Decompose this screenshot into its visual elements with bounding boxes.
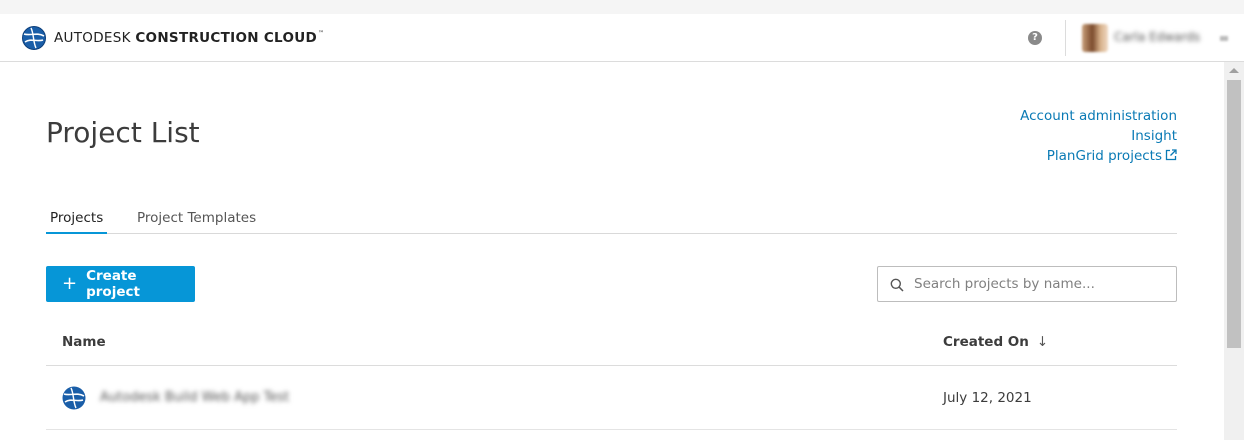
header-divider — [1065, 20, 1066, 56]
create-project-label: Create project — [86, 268, 140, 300]
projects-table: Name Created On ↓ Autodesk Build Web App … — [46, 322, 1177, 430]
admin-links: Account administration Insight PlanGrid … — [1020, 106, 1177, 166]
user-menu-caret-icon[interactable] — [1220, 36, 1228, 41]
scrollbar-thumb[interactable] — [1227, 80, 1241, 348]
user-name[interactable]: Carla Edwards — [1114, 30, 1200, 44]
project-created-date: July 12, 2021 — [943, 390, 1032, 406]
create-project-button[interactable]: + Create project — [46, 266, 195, 302]
search-box[interactable] — [877, 266, 1177, 302]
brand-product: CONSTRUCTION CLOUD — [135, 30, 318, 46]
tab-project-templates[interactable]: Project Templates — [133, 210, 260, 234]
column-header-created-label: Created On — [943, 334, 1029, 350]
account-administration-link[interactable]: Account administration — [1020, 106, 1177, 126]
app-header: AUTODESK CONSTRUCTION CLOUD™ ? Carla Edw… — [0, 14, 1244, 62]
search-input[interactable] — [914, 267, 1170, 301]
project-name[interactable]: Autodesk Build Web App Test — [100, 390, 289, 405]
plus-icon: + — [62, 273, 78, 294]
brand-name: AUTODESK CONSTRUCTION CLOUD™ — [54, 30, 324, 46]
column-header-name[interactable]: Name — [62, 334, 106, 350]
help-icon[interactable]: ? — [1028, 31, 1042, 45]
plangrid-projects-link[interactable]: PlanGrid projects — [1020, 146, 1177, 166]
avatar[interactable] — [1082, 24, 1108, 52]
external-link-icon — [1165, 149, 1177, 161]
brand-trademark: ™ — [318, 30, 325, 37]
browser-top-strip — [0, 0, 1244, 14]
project-tabs: Projects Project Templates — [46, 210, 1177, 234]
project-logo-icon — [62, 386, 86, 410]
search-icon — [890, 278, 904, 292]
page-title: Project List — [46, 116, 200, 149]
table-row[interactable]: Autodesk Build Web App Test July 12, 202… — [46, 366, 1177, 430]
brand-autodesk: AUTODESK — [54, 30, 131, 46]
insight-link[interactable]: Insight — [1020, 126, 1177, 146]
plangrid-link-label: PlanGrid projects — [1046, 148, 1162, 164]
column-header-created-on[interactable]: Created On ↓ — [943, 334, 1048, 350]
sort-descending-icon: ↓ — [1036, 334, 1049, 350]
autodesk-logo-icon[interactable] — [22, 26, 46, 50]
tab-projects[interactable]: Projects — [46, 210, 108, 234]
table-header: Name Created On ↓ — [46, 322, 1177, 366]
scroll-up-arrow-icon[interactable] — [1229, 68, 1239, 73]
